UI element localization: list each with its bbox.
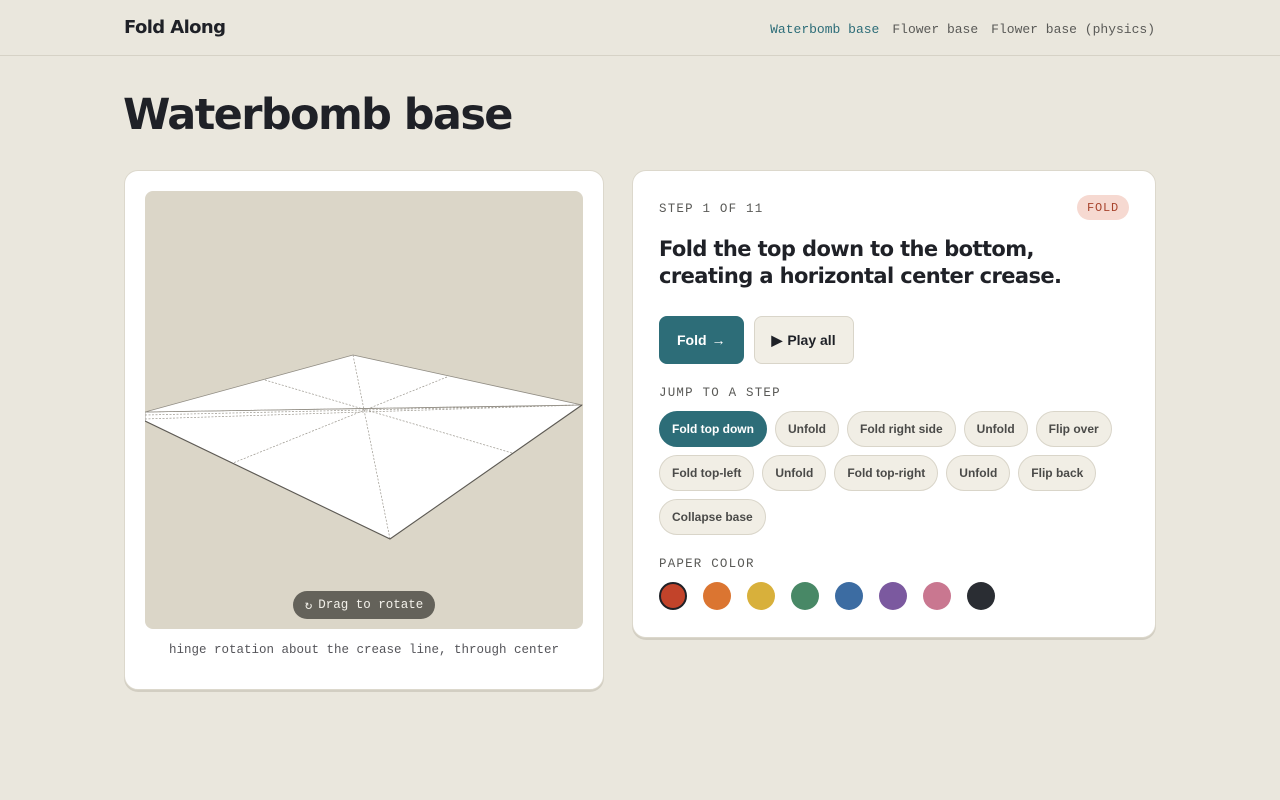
step-chip-collapse-base[interactable]: Collapse base: [659, 499, 766, 535]
color-swatch-black[interactable]: [967, 582, 995, 610]
fold-button[interactable]: Fold →: [659, 316, 744, 364]
step-chip-flip-over[interactable]: Flip over: [1035, 411, 1112, 447]
paper-far-half: [145, 354, 583, 413]
step-chip-unfold[interactable]: Unfold: [762, 455, 827, 491]
step-chips: Fold top down Unfold Fold right side Unf…: [659, 411, 1133, 535]
top-bar: Fold Along Waterbomb base Flower base Fl…: [0, 0, 1280, 56]
nav-link-waterbomb-base[interactable]: Waterbomb base: [770, 22, 879, 37]
color-swatch-green[interactable]: [791, 582, 819, 610]
viewer-card: ↻ Drag to rotate hinge rotation about th…: [124, 170, 604, 690]
step-counter: STEP 1 OF 11: [659, 202, 764, 216]
arrow-right-icon: →: [711, 332, 726, 348]
paper-color-label: PAPER COLOR: [659, 557, 755, 571]
paper-near-half: [145, 404, 583, 540]
color-swatch-purple[interactable]: [879, 582, 907, 610]
brand-logo[interactable]: Fold Along: [124, 17, 226, 38]
rotate-icon: ↻: [304, 599, 313, 613]
step-chip-fold-top-left[interactable]: Fold top-left: [659, 455, 755, 491]
step-instruction: Fold the top down to the bottom, creatin…: [659, 237, 1062, 288]
step-chip-fold-top-down[interactable]: Fold top down: [659, 411, 767, 447]
step-chip-unfold[interactable]: Unfold: [963, 411, 1028, 447]
step-type-badge: FOLD: [1076, 195, 1129, 220]
step-chip-fold-right-side[interactable]: Fold right side: [846, 411, 956, 447]
play-all-label: Play all: [787, 332, 836, 348]
fold-button-label: Fold: [677, 332, 707, 348]
step-chip-unfold[interactable]: Unfold: [774, 411, 839, 447]
drag-to-rotate-hint[interactable]: ↻ Drag to rotate: [293, 591, 435, 619]
color-swatch-blue[interactable]: [835, 582, 863, 610]
jump-to-step-label: JUMP TO A STEP: [659, 386, 781, 400]
top-nav: Waterbomb base Flower base Flower base (…: [770, 22, 1155, 37]
color-swatch-red[interactable]: [659, 582, 687, 610]
color-swatch-yellow[interactable]: [747, 582, 775, 610]
step-chip-flip-back[interactable]: Flip back: [1018, 455, 1097, 491]
step-actions: Fold → ▶ Play all: [659, 316, 854, 364]
step-chip-unfold[interactable]: Unfold: [946, 455, 1011, 491]
step-card: STEP 1 OF 11 FOLD Fold the top down to t…: [632, 170, 1156, 638]
color-swatch-orange[interactable]: [703, 582, 731, 610]
nav-link-flower-base[interactable]: Flower base: [892, 22, 978, 37]
page-title: Waterbomb base: [123, 90, 513, 140]
viewer-caption: hinge rotation about the crease line, th…: [168, 643, 560, 657]
play-icon: ▶: [771, 331, 783, 348]
play-all-button[interactable]: ▶ Play all: [753, 316, 854, 364]
drag-hint-label: Drag to rotate: [318, 598, 424, 612]
nav-link-flower-base-physics[interactable]: Flower base (physics): [991, 22, 1155, 37]
color-swatch-pink[interactable]: [923, 582, 951, 610]
paper-model[interactable]: [145, 191, 583, 629]
fold-viewport[interactable]: ↻ Drag to rotate: [145, 191, 583, 629]
step-chip-fold-top-right[interactable]: Fold top-right: [834, 455, 939, 491]
paper-color-swatches: [659, 582, 995, 610]
